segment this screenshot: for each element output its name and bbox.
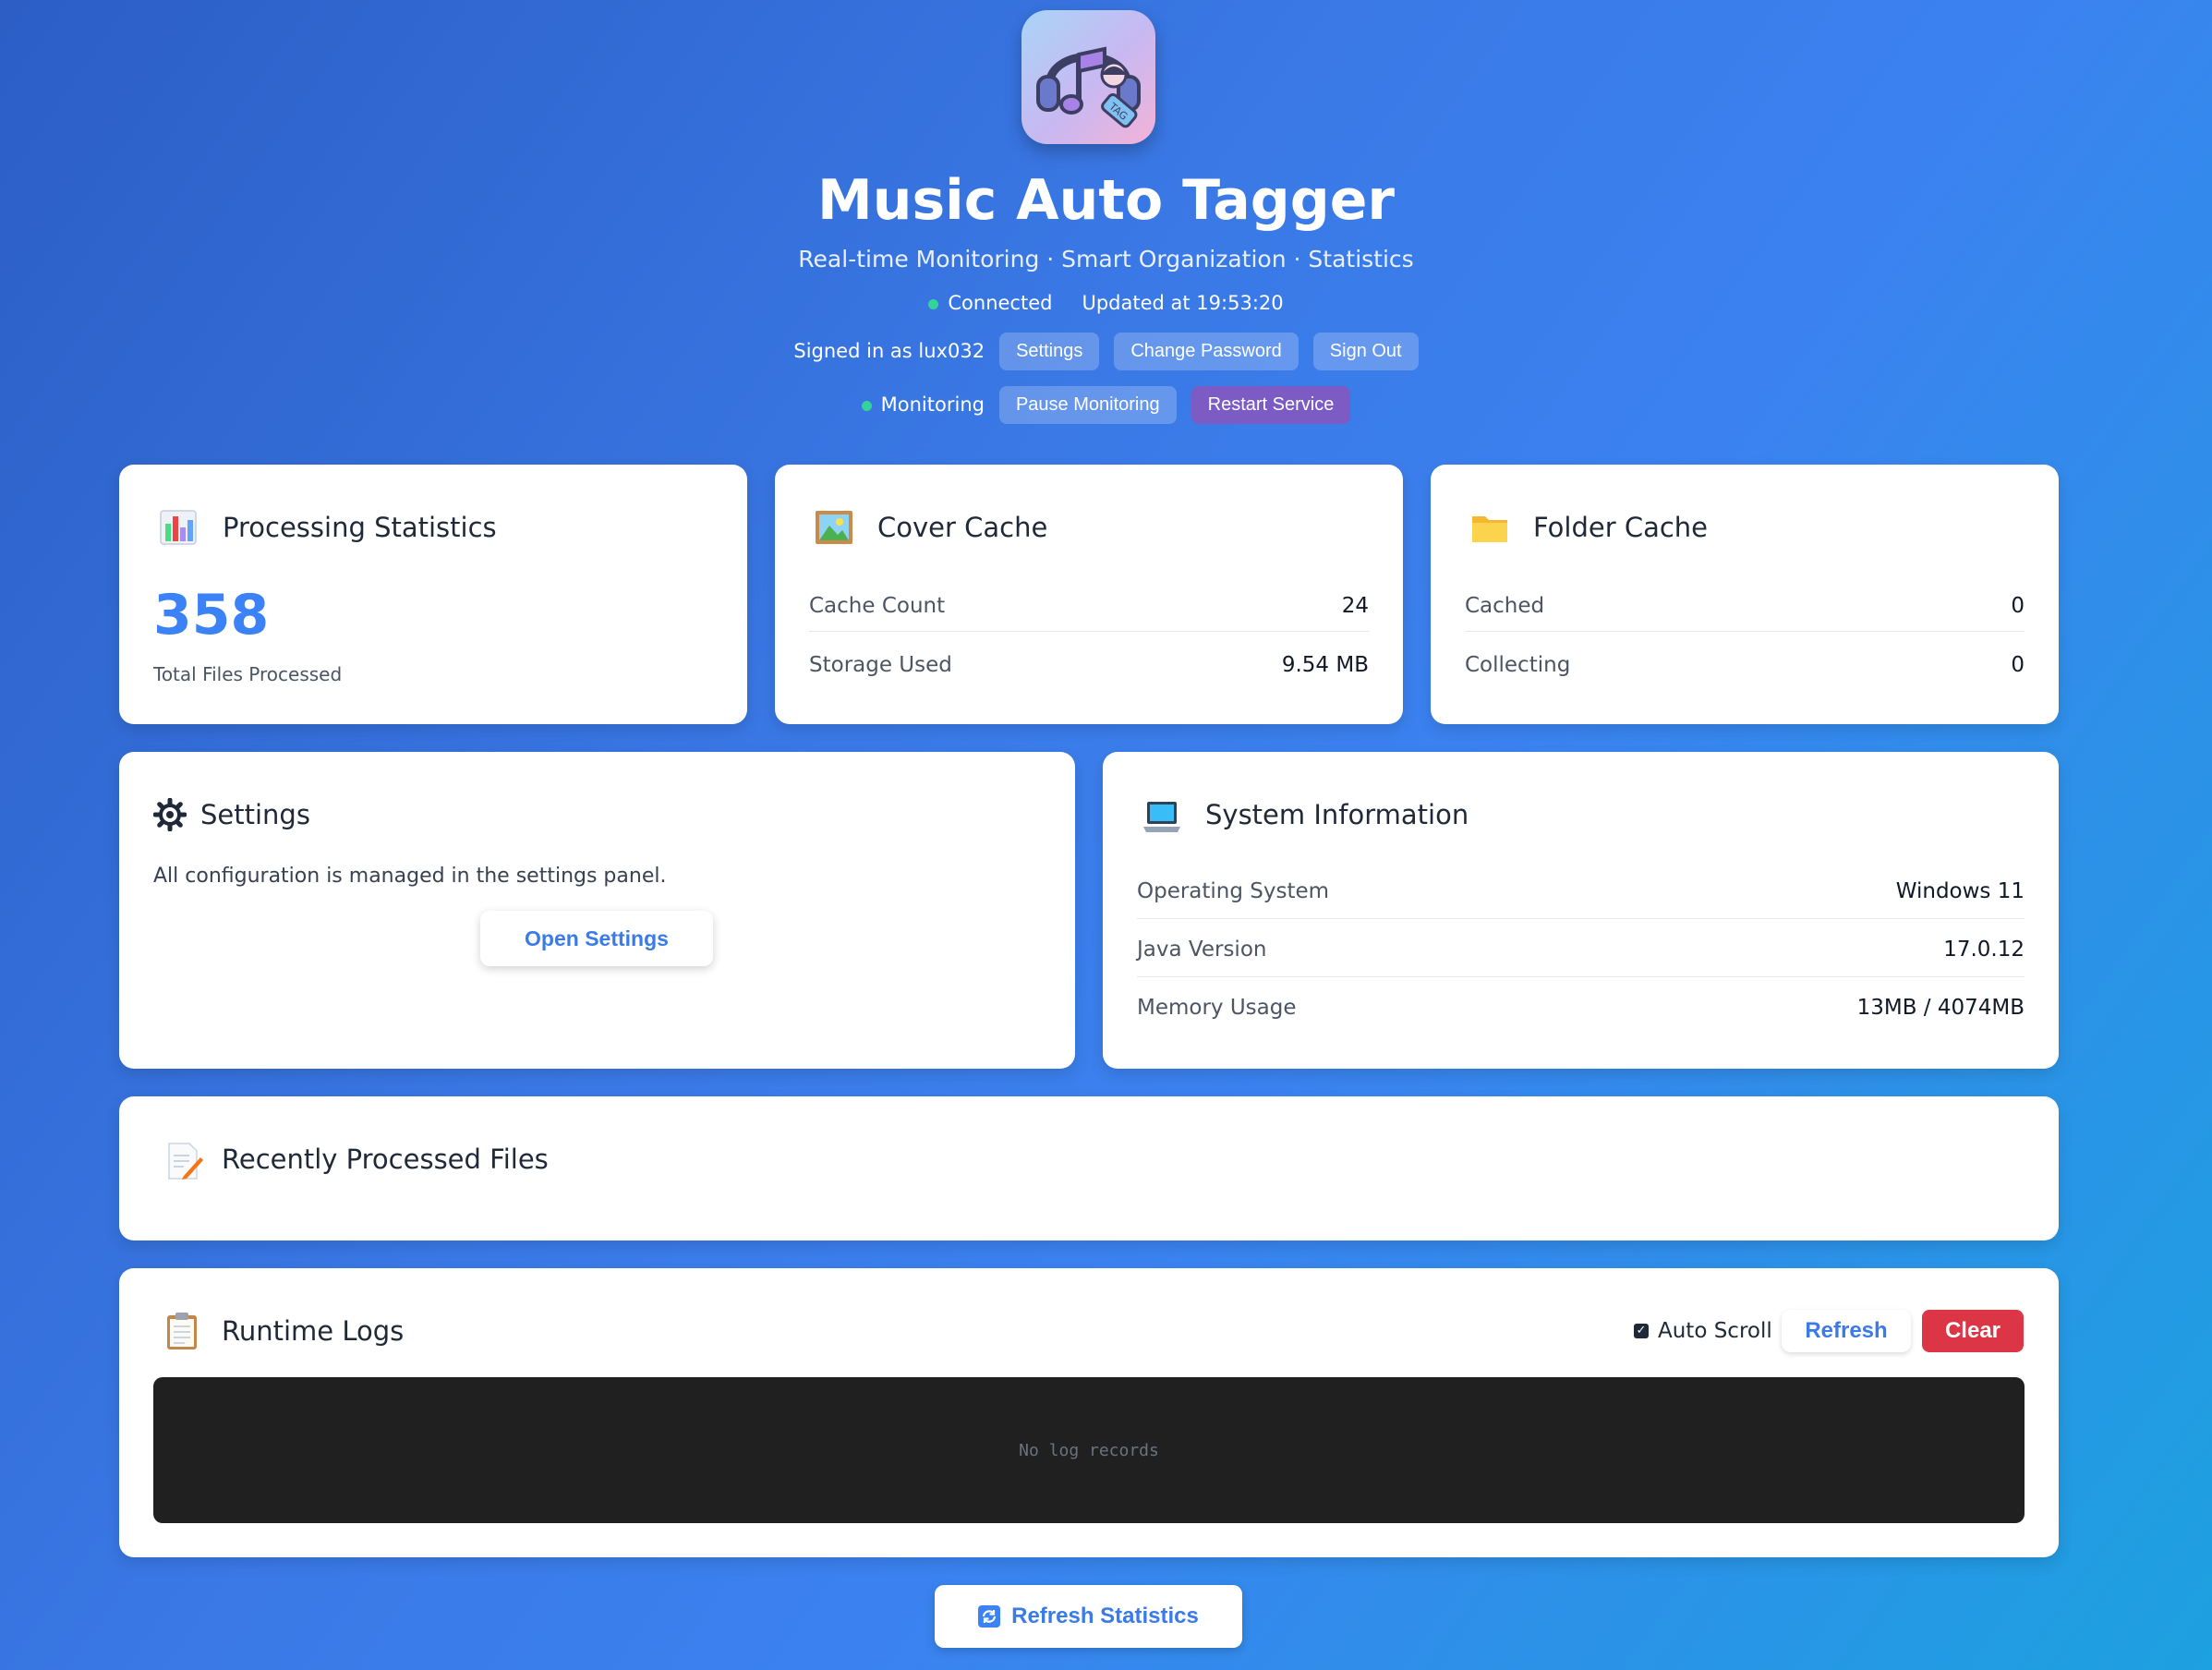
cache-count-row: Cache Count 24 [809, 585, 1369, 627]
system-information-title: System Information [1205, 799, 1469, 830]
runtime-logs-card: Runtime Logs ✓ Auto Scroll Refresh Clear… [119, 1268, 2059, 1557]
cover-cache-card: Cover Cache Cache Count 24 Storage Used … [775, 465, 1403, 724]
java-version-row: Java Version 17.0.12 [1137, 928, 2025, 971]
status-dot-icon [928, 298, 939, 309]
collecting-row: Collecting 0 [1465, 644, 2025, 686]
storage-used-value: 9.54 MB [1281, 653, 1369, 677]
auto-scroll-checkbox[interactable]: ✓ [1634, 1324, 1649, 1338]
runtime-logs-title: Runtime Logs [222, 1315, 405, 1347]
laptop-icon [1143, 802, 1180, 832]
cached-value: 0 [2011, 594, 2025, 618]
log-empty-text: No log records [1019, 1440, 1159, 1460]
signed-in-text: Signed in as lux032 [793, 340, 985, 362]
updated-time: Updated at 19:53:20 [1082, 292, 1284, 314]
memo-icon [168, 1143, 203, 1180]
os-row: Operating System Windows 11 [1137, 870, 2025, 913]
settings-button[interactable]: Settings [999, 332, 1100, 370]
refresh-icon [978, 1605, 1001, 1628]
memory-usage-value: 13MB / 4074MB [1856, 996, 2025, 1020]
storage-used-label: Storage Used [809, 653, 952, 677]
cover-cache-title: Cover Cache [877, 512, 1048, 543]
cached-label: Cached [1465, 594, 1545, 618]
change-password-button[interactable]: Change Password [1114, 332, 1299, 370]
memory-usage-label: Memory Usage [1137, 996, 1297, 1020]
open-settings-button[interactable]: Open Settings [480, 911, 713, 966]
folder-cache-card: Folder Cache Cached 0 Collecting 0 [1431, 465, 2059, 724]
app-logo: TAG [1021, 10, 1155, 144]
storage-used-row: Storage Used 9.54 MB [809, 644, 1369, 686]
cache-count-label: Cache Count [809, 594, 946, 618]
settings-description: All configuration is managed in the sett… [153, 865, 667, 888]
monitoring-status: Monitoring [861, 393, 985, 416]
picture-icon [816, 511, 852, 544]
collecting-label: Collecting [1465, 653, 1571, 677]
divider [1137, 918, 2025, 919]
memory-usage-row: Memory Usage 13MB / 4074MB [1137, 986, 2025, 1029]
connection-status: Connected [928, 292, 1052, 314]
refresh-logs-button[interactable]: Refresh [1782, 1310, 1911, 1352]
recently-processed-files-title: Recently Processed Files [222, 1144, 549, 1175]
monitoring-status-label: Monitoring [880, 393, 985, 416]
folder-cache-title: Folder Cache [1533, 512, 1709, 543]
recently-processed-files-card: Recently Processed Files [119, 1096, 2059, 1240]
monitoring-dot-icon [861, 400, 872, 411]
refresh-statistics-label: Refresh Statistics [1011, 1603, 1199, 1628]
os-value: Windows 11 [1895, 879, 2025, 903]
system-information-card: System Information Operating System Wind… [1103, 752, 2059, 1069]
restart-service-button[interactable]: Restart Service [1191, 385, 1351, 424]
auth-row: Signed in as lux032 Settings Change Pass… [0, 331, 2212, 371]
divider [1137, 976, 2025, 977]
sign-out-button[interactable]: Sign Out [1312, 332, 1419, 370]
clipboard-icon [167, 1313, 197, 1349]
connection-status-row: Connected Updated at 19:53:20 [0, 286, 2212, 320]
app-subtitle: Real-time Monitoring · Smart Organizatio… [798, 246, 1414, 272]
monitoring-row: Monitoring Pause Monitoring Restart Serv… [0, 384, 2212, 425]
processing-statistics-card: Processing Statistics 358 Total Files Pr… [119, 465, 747, 724]
auto-scroll-label: Auto Scroll [1658, 1319, 1772, 1343]
pause-monitoring-button[interactable]: Pause Monitoring [998, 385, 1177, 424]
cache-count-value: 24 [1341, 594, 1369, 618]
app-title: Music Auto Tagger [817, 168, 1395, 233]
cached-row: Cached 0 [1465, 585, 2025, 627]
settings-title: Settings [200, 799, 310, 830]
refresh-statistics-button[interactable]: Refresh Statistics [935, 1585, 1242, 1648]
settings-card: Settings All configuration is managed in… [119, 752, 1075, 1069]
auto-scroll-toggle[interactable]: ✓ Auto Scroll [1634, 1314, 1772, 1348]
java-version-value: 17.0.12 [1943, 938, 2025, 962]
connection-status-label: Connected [948, 292, 1053, 314]
bar-chart-icon [160, 510, 197, 545]
divider [809, 631, 1369, 632]
folder-icon [1472, 516, 1507, 542]
os-label: Operating System [1137, 879, 1330, 903]
processing-statistics-title: Processing Statistics [223, 512, 497, 543]
collecting-value: 0 [2011, 653, 2025, 677]
log-output[interactable]: No log records [153, 1377, 2025, 1523]
headphones-logo-icon: TAG [1036, 46, 1141, 128]
gear-icon [153, 798, 187, 831]
clear-logs-button[interactable]: Clear [1922, 1310, 2024, 1352]
total-files-label: Total Files Processed [153, 663, 343, 685]
total-files-value: 358 [153, 583, 270, 647]
java-version-label: Java Version [1137, 938, 1267, 962]
divider [1465, 631, 2025, 632]
